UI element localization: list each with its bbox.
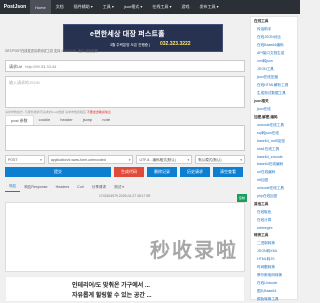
tab-response[interactable]: 响应 xyxy=(5,182,21,192)
params-hint-warning: 不要发送敏感信息 xyxy=(86,110,111,114)
sidebar-link[interactable]: json在线 xyxy=(251,105,297,113)
sidebar-link[interactable]: xml转json xyxy=(251,57,297,65)
sidebar-link[interactable]: base64_encode xyxy=(251,153,297,160)
sidebar-link[interactable]: 图片Base64 xyxy=(251,287,297,295)
url-label: 请求Url xyxy=(9,64,23,69)
sidebar-link[interactable]: 在线HTML解析工具 xyxy=(251,81,297,89)
params-placeholder: 输入请求的JSON xyxy=(9,80,40,85)
banner-headline: e편한세상 대장 퍼스트홀 xyxy=(90,31,165,38)
tab-note[interactable]: note xyxy=(97,115,115,125)
sidebar-link[interactable]: url在线编码 xyxy=(251,168,297,176)
tab-cookie[interactable]: cookie xyxy=(34,115,56,125)
url-input[interactable]: 请求Url http://99.33.33.44 xyxy=(5,60,245,72)
sidebar-link[interactable]: 传话助手 xyxy=(251,25,297,33)
sidebar-link[interactable]: base64_md5加密 xyxy=(251,137,297,145)
params-textarea[interactable]: 输入请求的JSON xyxy=(5,76,245,108)
nav-item-publish[interactable]: 发布工具 ▾ xyxy=(195,0,224,14)
sidebar-link[interactable]: php在线加密 xyxy=(251,192,297,200)
sidebar-group-title: 加密,解密,编码 xyxy=(254,114,278,119)
content-type-select[interactable]: application/x-www-form-urlencoded xyxy=(47,155,134,164)
sidebar-group-title: 其他工具 xyxy=(254,201,269,206)
banner-phone: 032.323.3222 xyxy=(160,41,191,47)
ad-line-1: 인테리어/도 맞춰온 가구에서 ... xyxy=(72,283,150,289)
sidebar-link[interactable]: base64在线编码 xyxy=(251,160,297,168)
request-tabs: post 参数 cookie header jsonp note xyxy=(5,115,245,125)
tab-curl[interactable]: Curl xyxy=(73,183,88,191)
sidebar-group-title: json相关 xyxy=(254,98,269,103)
sidebar-link[interactable]: 在线取色 xyxy=(251,208,297,216)
nav-item-online-tools[interactable]: 在线工具 ▾ xyxy=(147,0,176,14)
url-value: http://99.33.33.44 xyxy=(25,64,57,69)
sidebar-link[interactable]: 颜色转换工具 xyxy=(251,295,297,303)
sidebar-link[interactable]: 二进制转换 xyxy=(251,239,297,247)
sidebar-link[interactable]: 在线Base64编码 xyxy=(251,41,297,49)
generate-code-button[interactable]: 生成代码 xyxy=(114,167,144,177)
action-buttons: 提交 生成代码 删除记录 历史请求 清空查看 xyxy=(5,167,245,177)
ad-line-2: 자유롭게 힐링할 수 있는 공간 ... xyxy=(72,293,152,299)
sidebar-link[interactable]: unicode在线工具 xyxy=(251,184,297,192)
watermark-text: 秒收录啦 xyxy=(150,240,238,262)
sidebar-link[interactable]: JSON转XML xyxy=(251,247,297,255)
tab-share[interactable]: 分享请求 xyxy=(88,183,110,192)
nav-item-json-format[interactable]: json格式 ▾ xyxy=(119,0,147,14)
charset-select[interactable]: UTF-8 - 编码格式(默认) xyxy=(136,155,193,164)
tab-test[interactable]: 测试 ▾ xyxy=(110,183,128,192)
sidebar-link[interactable]: unicode在线工具 xyxy=(251,121,297,129)
response-timestamp: 1743154979 2025-04-27 08:17:59 xyxy=(99,194,151,198)
tab-response-body[interactable]: 响应Response xyxy=(20,183,51,192)
nav-item-docs[interactable]: 文档 xyxy=(51,0,69,14)
sidebar-group-title: 在线工具 xyxy=(254,18,269,23)
nav-item-home[interactable]: Home xyxy=(30,0,51,14)
copy-button[interactable]: 复制 xyxy=(237,194,247,202)
sidebar-link[interactable]: webregex xyxy=(251,224,297,231)
tab-header[interactable]: header xyxy=(55,115,77,125)
tool-description: GET/POST在线发送请求测试工具 支持 JSON/XML 格式 返回结果 xyxy=(5,49,98,53)
history-button[interactable]: 历史请求 xyxy=(180,167,210,177)
mode-select[interactable]: 默认模式(默认) xyxy=(195,155,245,164)
sidebar-link[interactable]: API接口文档生成 xyxy=(251,49,297,57)
sidebar-link[interactable]: 在线Unicode xyxy=(251,279,297,287)
clear-button[interactable]: 清空查看 xyxy=(213,167,243,177)
sidebar-link[interactable]: 时间戳转换 xyxy=(251,263,297,271)
tab-response-headers[interactable]: Headers xyxy=(52,183,74,191)
sidebar-link[interactable]: 摩尔斯电码转换 xyxy=(251,271,297,279)
tab-jsonp[interactable]: jsonp xyxy=(78,115,98,125)
sidebar-group-title: 转换工具 xyxy=(254,232,269,237)
sidebar-link[interactable]: 在线JSON对比 xyxy=(251,33,297,41)
nav-item-plugins[interactable]: 插件辅助 ▾ xyxy=(69,0,98,14)
sidebar-link[interactable]: htt加密 xyxy=(251,176,297,184)
sidebar-link[interactable]: 生成测试数据工具 xyxy=(251,89,297,97)
response-tabs: 响应 响应Response Headers Curl 分享请求 测试 ▾ xyxy=(5,182,245,192)
send-button[interactable]: 提交 xyxy=(5,167,111,177)
site-logo[interactable]: PostJson xyxy=(0,0,30,14)
method-select[interactable]: POST xyxy=(5,155,45,164)
top-navbar: PostJson Home 文档 插件辅助 ▾ 工具 ▾ json格式 ▾ 在线… xyxy=(0,0,300,14)
nav-item-tools[interactable]: 工具 ▾ xyxy=(98,0,119,14)
params-hint-text: 请求参数格式: 与服务端通讯请求的body数据 请求参数和相应 xyxy=(5,110,87,114)
sidebar-link[interactable]: HTML转JS xyxy=(251,255,297,263)
sidebar-link[interactable]: 在线计算 xyxy=(251,216,297,224)
request-options: POST application/x-www-form-urlencoded U… xyxy=(5,155,245,164)
delete-record-button[interactable]: 删除记录 xyxy=(147,167,177,177)
sidebar-link[interactable]: json在线压缩 xyxy=(251,73,297,81)
request-body-textarea[interactable] xyxy=(5,125,245,151)
sidebar-link[interactable]: JSON工具 xyxy=(251,65,297,73)
sidebar: 在线工具传话助手 在线JSON对比 在线Base64编码 API接口文档生成 xml转j… xyxy=(250,16,298,303)
sidebar-link[interactable]: sha1在线工具 xyxy=(251,145,297,153)
tab-post-params[interactable]: post 参数 xyxy=(5,115,34,125)
nav-item-games[interactable]: 游戏 xyxy=(177,0,195,14)
bottom-ad[interactable]: 인테리어/도 맞춰온 가구에서 ... 자유롭게 힐링할 수 있는 공간 ... xyxy=(5,276,245,302)
sidebar-link[interactable]: sql转json在线 xyxy=(251,129,297,137)
params-hint: 请求参数格式: 与服务端通讯请求的body数据 请求参数和相应 不要发送敏感信息 xyxy=(5,110,245,114)
